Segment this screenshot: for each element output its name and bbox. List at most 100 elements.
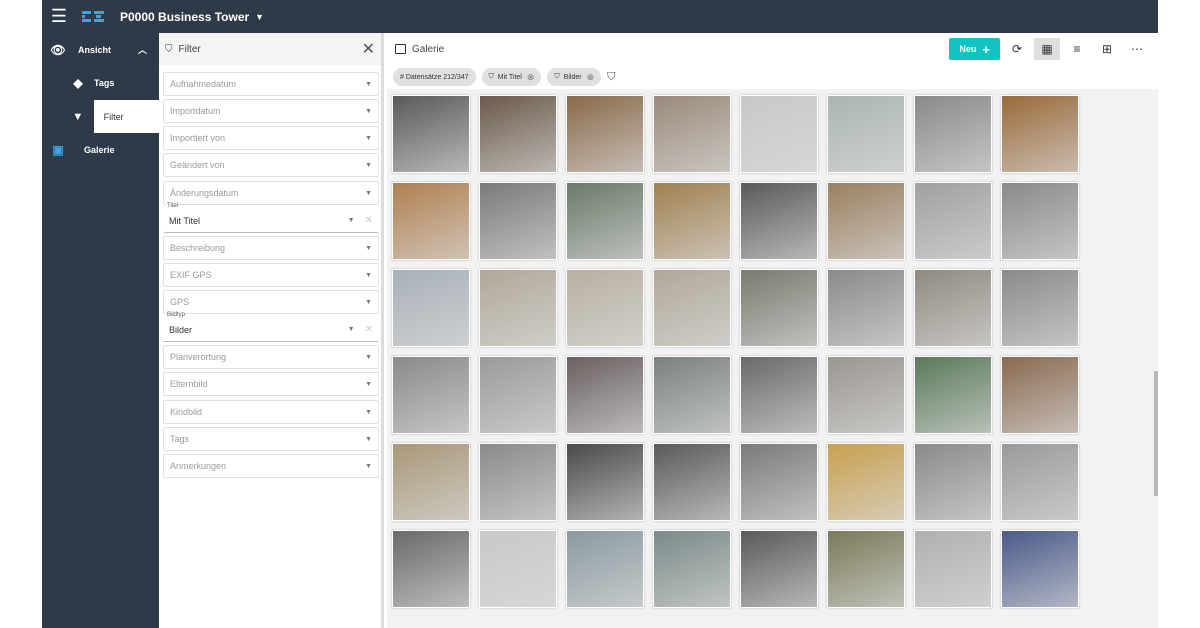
photo-thumbnail[interactable]: [740, 182, 818, 260]
photo-thumbnail[interactable]: [653, 182, 731, 260]
close-circle-icon[interactable]: ⊗: [527, 72, 535, 83]
nav-item-ansicht[interactable]: 👁 Ansicht ︿: [42, 33, 159, 66]
filter-field[interactable]: Kindbild ▼: [163, 400, 379, 424]
photo-thumbnail[interactable]: [392, 443, 470, 521]
photo-thumbnail[interactable]: [740, 443, 818, 521]
photo-thumbnail[interactable]: [479, 269, 557, 347]
photo-thumbnail[interactable]: [827, 182, 905, 260]
photo-thumbnail[interactable]: [1001, 443, 1079, 521]
photo-thumbnail[interactable]: [566, 95, 644, 173]
photo-thumbnail[interactable]: [1001, 356, 1079, 434]
photo-thumbnail[interactable]: [914, 356, 992, 434]
nav-item-galerie[interactable]: ▣ Galerie: [42, 133, 159, 166]
close-circle-icon[interactable]: ⊗: [587, 72, 595, 83]
project-selector[interactable]: P0000 Business Tower ▼: [120, 10, 264, 24]
photo-thumbnail[interactable]: [479, 95, 557, 173]
photo-thumbnail[interactable]: [479, 356, 557, 434]
filter-field[interactable]: Geändert von ▼: [163, 153, 379, 177]
photo-thumbnail[interactable]: [566, 443, 644, 521]
photo-thumbnail[interactable]: [827, 356, 905, 434]
photo-thumbnail[interactable]: [827, 443, 905, 521]
filter-field[interactable]: Bildtyp Bilder ▼ ✕: [163, 312, 379, 342]
scrollbar[interactable]: [1154, 371, 1158, 496]
new-button[interactable]: Neu +: [949, 38, 1000, 60]
map-view-icon[interactable]: ⊞: [1094, 38, 1120, 60]
filter-field[interactable]: Änderungsdatum ▼: [163, 181, 379, 205]
photo-thumbnail[interactable]: [392, 95, 470, 173]
filter-field[interactable]: Beschreibung ▼: [163, 236, 379, 260]
refresh-icon[interactable]: ⟳: [1004, 38, 1030, 60]
clear-icon[interactable]: ✕: [365, 215, 373, 226]
caret-down-icon[interactable]: ▼: [365, 436, 372, 443]
filter-field[interactable]: EXIF GPS ▼: [163, 263, 379, 287]
caret-down-icon[interactable]: ▼: [365, 108, 372, 115]
filter-field[interactable]: GPS ▼: [163, 290, 379, 314]
caret-down-icon[interactable]: ▼: [365, 299, 372, 306]
caret-down-icon[interactable]: ▼: [348, 217, 355, 224]
caret-down-icon[interactable]: ▼: [365, 162, 372, 169]
list-view-icon[interactable]: ≡: [1064, 38, 1090, 60]
caret-down-icon[interactable]: ▼: [365, 381, 372, 388]
caret-down-icon[interactable]: ▼: [365, 190, 372, 197]
photo-thumbnail[interactable]: [914, 530, 992, 608]
more-icon[interactable]: ⋯: [1124, 38, 1150, 60]
photo-thumbnail[interactable]: [1001, 269, 1079, 347]
filter-edit-icon[interactable]: ⛉: [607, 71, 615, 84]
photo-thumbnail[interactable]: [479, 182, 557, 260]
photo-thumbnail[interactable]: [740, 356, 818, 434]
clear-icon[interactable]: ✕: [365, 324, 373, 335]
photo-thumbnail[interactable]: [827, 95, 905, 173]
caret-down-icon[interactable]: ▼: [365, 354, 372, 361]
photo-thumbnail[interactable]: [740, 269, 818, 347]
photo-thumbnail[interactable]: [653, 95, 731, 173]
photo-thumbnail[interactable]: [566, 269, 644, 347]
photo-thumbnail[interactable]: [914, 443, 992, 521]
photo-thumbnail[interactable]: [1001, 182, 1079, 260]
hamburger-icon[interactable]: ☰: [42, 0, 76, 33]
close-icon[interactable]: ✕: [362, 39, 375, 59]
filter-field[interactable]: Anmerkungen ▼: [163, 454, 379, 478]
nav-item-filter[interactable]: ▼ Filter: [42, 100, 159, 133]
chip-mit-titel[interactable]: ⛉ Mit Titel ⊗: [481, 68, 542, 86]
filter-field[interactable]: Tags ▼: [163, 427, 379, 451]
chip-bilder[interactable]: ⛉ Bilder ⊗: [547, 68, 602, 86]
grid-view-icon[interactable]: ▦: [1034, 38, 1060, 60]
caret-down-icon[interactable]: ▼: [365, 81, 372, 88]
photo-thumbnail[interactable]: [392, 530, 470, 608]
photo-thumbnail[interactable]: [392, 269, 470, 347]
photo-thumbnail[interactable]: [740, 95, 818, 173]
photo-thumbnail[interactable]: [653, 443, 731, 521]
caret-down-icon[interactable]: ▼: [365, 245, 372, 252]
caret-down-icon[interactable]: ▼: [348, 326, 355, 333]
photo-thumbnail[interactable]: [566, 182, 644, 260]
photo-thumbnail[interactable]: [653, 356, 731, 434]
caret-down-icon[interactable]: ▼: [365, 135, 372, 142]
filter-field[interactable]: Planverortung ▼: [163, 345, 379, 369]
nav-label: Galerie: [84, 144, 115, 155]
photo-thumbnail[interactable]: [1001, 530, 1079, 608]
photo-thumbnail[interactable]: [653, 530, 731, 608]
photo-thumbnail[interactable]: [827, 269, 905, 347]
photo-thumbnail[interactable]: [1001, 95, 1079, 173]
caret-down-icon[interactable]: ▼: [365, 463, 372, 470]
photo-thumbnail[interactable]: [914, 269, 992, 347]
caret-down-icon[interactable]: ▼: [365, 409, 372, 416]
filter-field[interactable]: Elternbild ▼: [163, 372, 379, 396]
photo-thumbnail[interactable]: [914, 95, 992, 173]
photo-thumbnail[interactable]: [827, 530, 905, 608]
photo-thumbnail[interactable]: [566, 530, 644, 608]
photo-thumbnail[interactable]: [653, 269, 731, 347]
filter-field[interactable]: Titel Mit Titel ▼ ✕: [163, 203, 379, 233]
photo-thumbnail[interactable]: [740, 530, 818, 608]
filter-field[interactable]: Aufnahmedatum ▼: [163, 72, 379, 96]
photo-thumbnail[interactable]: [479, 530, 557, 608]
caret-down-icon[interactable]: ▼: [365, 272, 372, 279]
photo-thumbnail[interactable]: [566, 356, 644, 434]
photo-thumbnail[interactable]: [392, 182, 470, 260]
photo-thumbnail[interactable]: [479, 443, 557, 521]
filter-field[interactable]: Importiert von ▼: [163, 126, 379, 150]
filter-field[interactable]: Importdatum ▼: [163, 99, 379, 123]
nav-item-tags[interactable]: ◆ Tags: [42, 66, 159, 99]
photo-thumbnail[interactable]: [392, 356, 470, 434]
photo-thumbnail[interactable]: [914, 182, 992, 260]
